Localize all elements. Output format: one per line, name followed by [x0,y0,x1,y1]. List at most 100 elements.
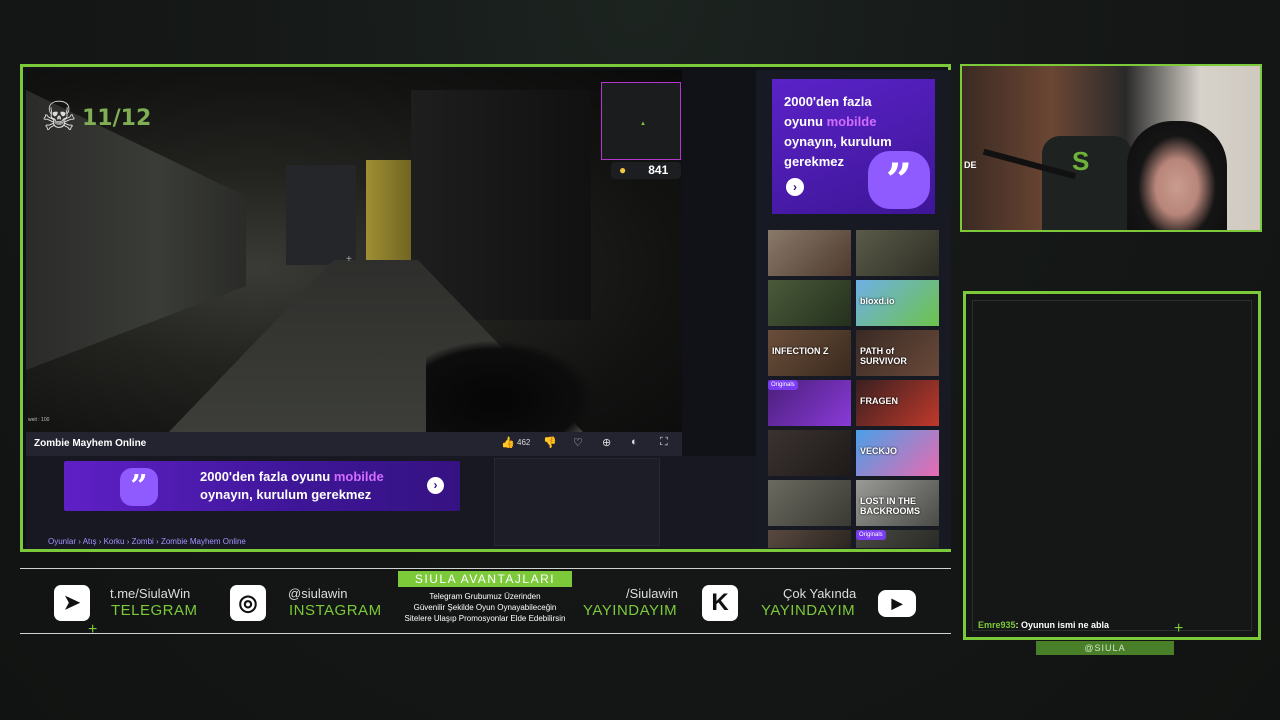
game-info-area: 2000'den fazla oyunu mobilde oynayın, ku… [26,456,756,549]
kick-label: YAYINDAYIM [583,602,678,619]
kick-handle[interactable]: /Siulawin [626,586,678,601]
promo-line1: 2000'den fazla oyunu [200,469,334,484]
chat-handle-badge: @SIULA [1036,641,1174,655]
thumbnail-label: VECKJO [860,446,898,456]
coin-icon: ● [619,163,627,177]
breadcrumb-item[interactable]: Zombi [132,537,154,546]
instagram-icon[interactable]: ◎ [230,585,266,621]
kill-counter: 11/12 [82,106,152,131]
heart-icon[interactable]: ♡ [573,436,583,449]
player-weapon [426,340,596,432]
plus-decoration-icon: + [88,621,98,638]
crosshair-icon: + [346,254,352,265]
minimap: ▲ [601,82,681,160]
advantages-line2: Güvenilir Şekilde Oyun Oynayabileceğin [413,603,557,612]
breadcrumb-sep: › [96,537,104,546]
telegram-handle[interactable]: t.me/SiulaWin [110,586,190,601]
telegram-label: TELEGRAM [111,602,198,619]
volume-icon[interactable]: ◐ [631,436,638,448]
instagram-label: INSTAGRAM [289,602,382,619]
thumbs-down-icon[interactable]: 👎 [543,436,557,449]
game-thumbnail[interactable] [768,430,851,476]
game-thumbnail[interactable]: INFECTION Z [768,330,851,376]
originals-badge: Originals [768,380,798,390]
game-viewport[interactable]: + ☠ 11/12 ▲ ● 841 weit : 100 [26,70,682,432]
thumbs-up-icon[interactable]: 👍 [501,436,515,449]
game-thumbnail[interactable] [856,230,939,276]
side-panel-placeholder [494,458,660,546]
youtube-icon[interactable]: ▶ [878,585,916,621]
crosshair-icon[interactable]: ⊕ [602,436,611,449]
breadcrumb-item[interactable]: Atış [83,537,97,546]
chat-text: : Oyunun ismi ne abla [1015,620,1110,630]
thumbnail-label: bloxd.io [860,296,895,306]
game-frame: + ☠ 11/12 ▲ ● 841 weit : 100 Zombie Mayhe… [20,64,951,552]
minimap-player-marker: ▲ [640,121,646,127]
like-count: 462 [517,438,531,447]
streamer [1127,121,1227,230]
breadcrumb-sep: › [124,537,132,546]
breadcrumb-item[interactable]: Oyunlar [48,537,76,546]
game-thumbnail[interactable] [768,480,851,526]
telegram-icon[interactable]: ➤ [54,585,90,621]
game-thumbnail[interactable]: LOST IN THE BACKROOMS [856,480,939,526]
thumbnail-label: FRAGEN [860,396,898,406]
promo-tall-line3: oynayın, kurulum [784,134,892,149]
youtube-handle[interactable]: Çok Yakında [783,586,856,601]
promo-banner-wide[interactable]: 2000'den fazla oyunu mobilde oynayın, ku… [64,461,460,511]
webcam-feed: S DE [960,64,1262,232]
social-bar: + ➤ t.me/SiulaWin TELEGRAM ◎ @siulawin I… [20,568,951,638]
promo-tall-line1: 2000'den fazla [784,94,872,109]
promo-tall-accent: mobilde [826,114,877,129]
plus-decoration-icon: + [1174,620,1184,637]
fullscreen-icon[interactable]: ⛶ [660,436,668,449]
advantages-description: Telegram Grubumuz Üzerinden Güvenilir Şe… [380,591,590,624]
promo-wide-text: 2000'den fazla oyunu mobilde oynayın, ku… [200,468,384,504]
promo-accent: mobilde [333,469,384,484]
recommendations-column: 2000'den fazla oyunu mobilde oynayın, ku… [756,70,951,549]
game-title: Zombie Mayhem Online [34,438,147,449]
youtube-logo: ▶ [878,590,916,617]
thumbnail-label: LOST IN THE BACKROOMS [860,496,920,516]
game-toolbar: Zombie Mayhem Online 👍 462 👎 ♡ ⊕ ◐ ⛶ [26,432,682,456]
game-thumbnail[interactable]: PATH of SURVIVOR [856,330,939,376]
coin-counter: ● 841 [611,162,681,179]
game-thumbnail[interactable]: VECKJO [856,430,939,476]
thumbnail-label: INFECTION Z [772,346,829,356]
kick-icon[interactable]: K [702,585,738,621]
promo-tall-line2: oyunu [784,114,827,129]
app-logo-icon [868,151,930,209]
promo-line2: oynayın, kurulum gerekmez [200,487,372,502]
game-thumbnail[interactable] [768,230,851,276]
game-thumbnail[interactable]: Originals [768,380,851,426]
webcam-mark: DE [964,160,977,170]
game-thumbnail[interactable] [768,530,851,548]
game-thumbnail[interactable] [768,280,851,326]
skull-icon: ☠ [41,95,77,139]
corner-text: weit : 100 [28,417,50,423]
breadcrumb-sep: › [76,537,83,546]
instagram-handle[interactable]: @siulawin [288,586,347,601]
back-building [286,165,356,265]
promo-arrow-button[interactable]: › [427,477,444,494]
app-logo-icon [120,468,158,506]
advantages-title: SIULA AVANTAJLARI [398,571,572,587]
breadcrumb: Oyunlar › Atış › Korku › Zombi › Zombie … [48,537,246,546]
chat-username: Emre935 [978,620,1016,630]
chat-frame: Emre935: Oyunun ismi ne abla + [963,291,1261,640]
originals-badge: Originals [856,530,886,540]
promo-tall-arrow-button[interactable]: › [786,178,804,196]
breadcrumb-item[interactable]: Korku [104,537,125,546]
breadcrumb-item[interactable]: Zombie Mayhem Online [161,537,246,546]
thumbnail-label: PATH of SURVIVOR [860,346,907,366]
chat-message: Emre935: Oyunun ismi ne abla [978,620,1109,630]
game-thumbnail[interactable]: FRAGEN [856,380,939,426]
chat-inner-border [972,300,1252,631]
game-thumbnail[interactable]: bloxd.io [856,280,939,326]
advantages-line1: Telegram Grubumuz Üzerinden [429,592,541,601]
breadcrumb-sep: › [153,537,161,546]
game-thumbnail[interactable]: Originals [856,530,939,548]
promo-banner-tall[interactable]: 2000'den fazla oyunu mobilde oynayın, ku… [772,79,935,214]
promo-tall-line4: gerekmez [784,154,844,169]
advantages-line3: Sitelere Ulaşıp Promosyonlar Elde Edebil… [404,614,566,623]
